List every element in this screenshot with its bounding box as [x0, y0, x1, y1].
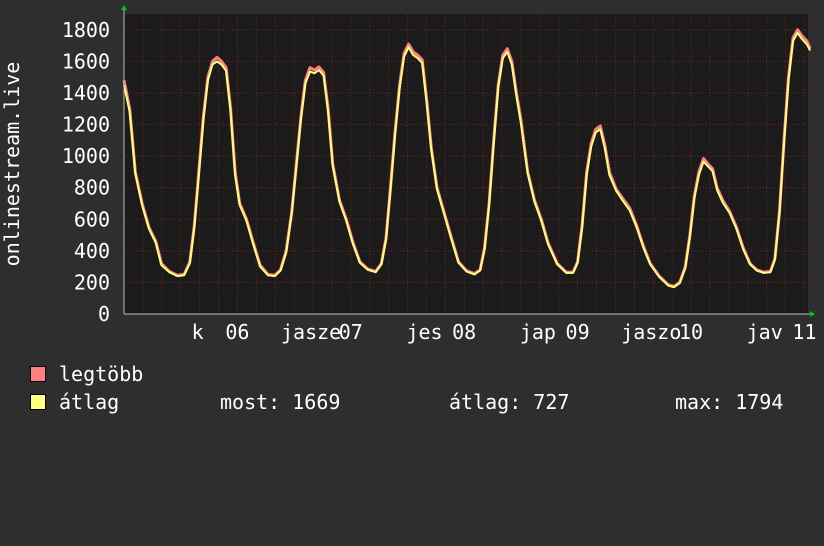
stat-now: most: 1669: [220, 390, 341, 414]
x-axis-arrow: [810, 311, 815, 317]
legend-row-max: legtöbb: [30, 363, 143, 385]
legend-label-avg: átlag: [59, 390, 120, 414]
x-tick-label: 10: [679, 320, 703, 344]
y-tick-label: 1200: [62, 113, 110, 137]
legend-swatch-max: [30, 366, 46, 382]
x-tick-label: 08: [452, 320, 476, 344]
y-tick-label: 1000: [62, 144, 110, 168]
stat-average: átlag: 727: [449, 390, 570, 414]
x-tick-label: jap: [520, 320, 556, 344]
y-tick-label: 1400: [62, 81, 110, 105]
y-axis-label: onlinestream.live: [0, 62, 24, 267]
x-tick-label: jes: [406, 320, 442, 344]
x-tick-label: jaszo: [621, 320, 681, 344]
x-tick-label: 07: [339, 320, 363, 344]
legend-swatch-avg: [30, 394, 46, 410]
x-tick-label: jasze: [281, 320, 341, 344]
y-tick-label: 1800: [62, 18, 110, 42]
x-tick-label: 06: [225, 320, 249, 344]
y-axis-arrow: [121, 5, 127, 10]
y-tick-label: 400: [74, 239, 110, 263]
y-tick-label: 200: [74, 270, 110, 294]
y-tick-label: 1600: [62, 49, 110, 73]
chart-container: 0 200 400 600 800 1000 1200 1400 1600 1800 k 06 jasz…: [0, 0, 824, 430]
legend-row-avg: átlag most: 1669 átlag: 727 max: 1794: [30, 391, 810, 413]
x-tick-label: 09: [566, 320, 590, 344]
legend-label-max: legtöbb: [59, 362, 144, 386]
x-tick-label: 11: [792, 320, 816, 344]
y-tick-label: 800: [74, 176, 110, 200]
y-tick-label: 0: [98, 302, 110, 326]
stat-max: max: 1794: [675, 390, 784, 414]
x-tick-label: k: [192, 320, 204, 344]
y-tick-label: 600: [74, 207, 110, 231]
x-tick-label: jav: [747, 320, 783, 344]
traffic-line-chart: 0 200 400 600 800 1000 1200 1400 1600 1800 k 06 jasz…: [0, 5, 816, 344]
